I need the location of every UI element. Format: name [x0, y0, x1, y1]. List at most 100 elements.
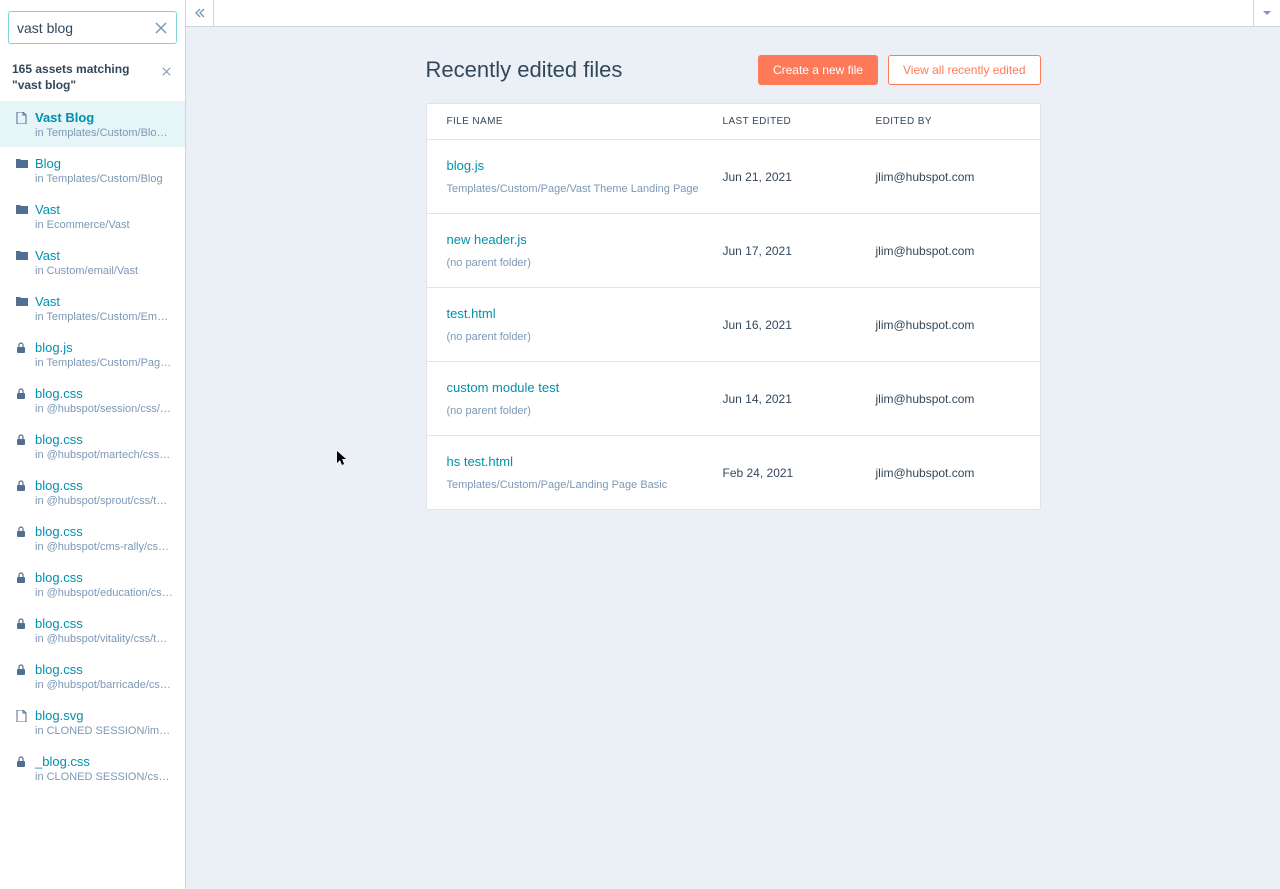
table-row: test.html(no parent folder)Jun 16, 2021j… [427, 288, 1040, 362]
result-name: _blog.css [35, 754, 90, 769]
search-result-item[interactable]: blog.css in @hubspot/vitality/css/tem... [0, 607, 185, 653]
file-path: (no parent folder) [447, 405, 723, 417]
result-name: blog.css [35, 478, 83, 493]
table-row: blog.js Templates/Custom/Page/Vast Theme … [427, 140, 1040, 214]
lock-icon [16, 388, 28, 400]
result-name: Vast Blog [35, 110, 94, 125]
result-name: Vast [35, 202, 60, 217]
search-results-list: Vast Blog in Templates/Custom/Blog/V... Bl… [0, 101, 185, 889]
create-file-button[interactable]: Create a new file [758, 55, 878, 85]
file-date: Jun 16, 2021 [723, 318, 876, 332]
result-path: in Templates/Custom/Blog [35, 173, 173, 185]
file-path: (no parent folder) [447, 257, 723, 269]
file-icon [16, 710, 28, 722]
search-results-header: 165 assets matching "vast blog" [0, 54, 185, 101]
result-path: in Ecommerce/Vast [35, 219, 173, 231]
file-date: Jun 21, 2021 [723, 170, 876, 184]
result-path: in Templates/Custom/Blog/V... [35, 127, 173, 139]
sidebar: 165 assets matching "vast blog" Vast Blo… [0, 0, 186, 889]
result-path: in Custom/email/Vast [35, 265, 173, 277]
folder-icon [16, 158, 28, 170]
file-date: Jun 17, 2021 [723, 244, 876, 258]
search-result-item[interactable]: _blog.cssin CLONED SESSION/css/te... [0, 745, 185, 791]
result-path: in @hubspot/session/css/te... [35, 403, 173, 415]
result-path: in @hubspot/barricade/css/t... [35, 679, 173, 691]
search-result-item[interactable]: Vast in Ecommerce/Vast [0, 193, 185, 239]
file-user: jlim@hubspot.com [876, 244, 1020, 258]
file-user: jlim@hubspot.com [876, 170, 1020, 184]
search-result-item[interactable]: blog.js in Templates/Custom/Page/V... [0, 331, 185, 377]
chevron-double-left-icon [194, 7, 206, 19]
lock-icon [16, 618, 28, 630]
file-path: Templates/Custom/Page/Vast Theme Landing… [447, 183, 723, 195]
folder-icon [16, 250, 28, 262]
search-result-item[interactable]: blog.svgin CLONED SESSION/image... [0, 699, 185, 745]
lock-icon [16, 756, 28, 768]
file-user: jlim@hubspot.com [876, 392, 1020, 406]
result-name: blog.css [35, 386, 83, 401]
search-result-item[interactable]: Blog in Templates/Custom/Blog [0, 147, 185, 193]
lock-icon [16, 526, 28, 538]
result-name: blog.css [35, 570, 83, 585]
file-name-link[interactable]: blog.js [447, 158, 723, 173]
result-path: in @hubspot/education/css/t... [35, 587, 173, 599]
files-table: FILE NAME LAST EDITED EDITED BY blog.js T… [426, 103, 1041, 510]
result-name: Blog [35, 156, 61, 171]
result-path: in @hubspot/sprout/css/tem... [35, 495, 173, 507]
result-name: blog.css [35, 616, 83, 631]
file-path: (no parent folder) [447, 331, 723, 343]
table-row: new header.js (no parent folder)Jun 17, 2… [427, 214, 1040, 288]
topbar-dropdown[interactable] [1253, 0, 1280, 26]
result-name: Vast [35, 294, 60, 309]
close-results-icon[interactable] [159, 64, 173, 78]
search-input[interactable] [9, 14, 176, 42]
table-row: hs test.html Templates/Custom/Page/Landin… [427, 436, 1040, 509]
result-path: in CLONED SESSION/css/te... [35, 771, 173, 783]
col-edited-by: EDITED BY [876, 116, 1020, 127]
result-path: in @hubspot/martech/css/te... [35, 449, 173, 461]
page-title: Recently edited files [426, 57, 623, 83]
file-name-link[interactable]: hs test.html [447, 454, 723, 469]
file-path: Templates/Custom/Page/Landing Page Basic [447, 479, 723, 491]
result-name: blog.svg [35, 708, 83, 723]
clear-search-icon[interactable] [152, 19, 170, 37]
search-result-item[interactable]: blog.css in @hubspot/education/css/t... [0, 561, 185, 607]
search-result-item[interactable]: Vast in Custom/email/Vast [0, 239, 185, 285]
search-result-item[interactable]: blog.css in @hubspot/martech/css/te... [0, 423, 185, 469]
search-box [8, 11, 177, 44]
search-results-count: 165 assets matching "vast blog" [12, 62, 151, 93]
file-user: jlim@hubspot.com [876, 466, 1020, 480]
result-name: blog.css [35, 432, 83, 447]
result-name: blog.js [35, 340, 73, 355]
folder-icon [16, 204, 28, 216]
result-path: in @hubspot/vitality/css/tem... [35, 633, 173, 645]
collapse-sidebar-button[interactable] [186, 0, 214, 26]
search-result-item[interactable]: blog.css in @hubspot/barricade/css/t... [0, 653, 185, 699]
file-name-link[interactable]: new header.js [447, 232, 723, 247]
search-result-item[interactable]: blog.css in @hubspot/cms-rally/css/te... [0, 515, 185, 561]
topbar [186, 0, 1280, 27]
file-name-link[interactable]: test.html [447, 306, 723, 321]
lock-icon [16, 664, 28, 676]
search-result-item[interactable]: Vast in Templates/Custom/Email/... [0, 285, 185, 331]
table-row: custom module test(no parent folder)Jun … [427, 362, 1040, 436]
result-name: blog.css [35, 662, 83, 677]
result-path: in Templates/Custom/Page/V... [35, 357, 173, 369]
lock-icon [16, 434, 28, 446]
search-result-item[interactable]: blog.css in @hubspot/session/css/te... [0, 377, 185, 423]
search-result-item[interactable]: Vast Blog in Templates/Custom/Blog/V... [0, 101, 185, 147]
search-result-item[interactable]: blog.css in @hubspot/sprout/css/tem... [0, 469, 185, 515]
view-all-button[interactable]: View all recently edited [888, 55, 1041, 85]
result-name: blog.css [35, 524, 83, 539]
caret-down-icon [1263, 11, 1271, 16]
file-name-link[interactable]: custom module test [447, 380, 723, 395]
col-last-edited: LAST EDITED [723, 116, 876, 127]
result-path: in Templates/Custom/Email/... [35, 311, 173, 323]
folder-icon [16, 296, 28, 308]
lock-icon [16, 572, 28, 584]
result-path: in @hubspot/cms-rally/css/te... [35, 541, 173, 553]
lock-icon [16, 342, 28, 354]
lock-icon [16, 480, 28, 492]
result-name: Vast [35, 248, 60, 263]
col-file-name: FILE NAME [447, 116, 723, 127]
